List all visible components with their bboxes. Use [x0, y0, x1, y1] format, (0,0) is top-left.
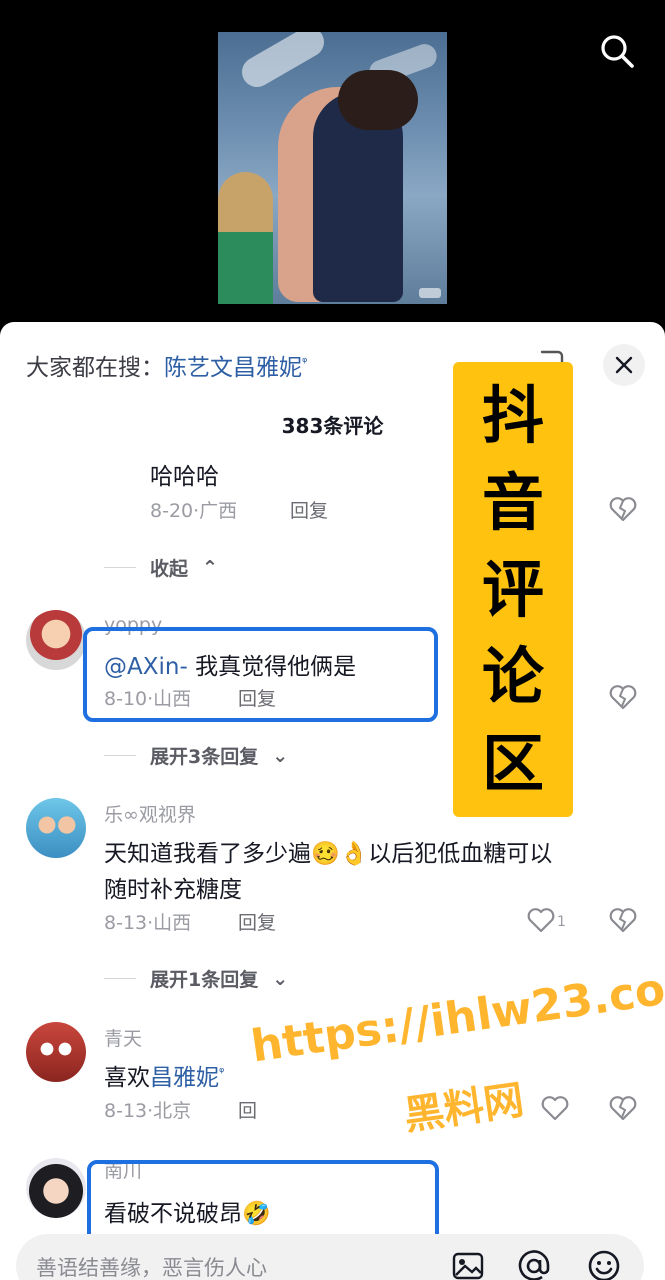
emoji-icon[interactable]	[586, 1248, 622, 1280]
comment-meta: 8-13·北京	[104, 1100, 192, 1122]
comment-username[interactable]: 青天	[104, 1024, 142, 1051]
reply-button[interactable]: 回	[238, 1096, 257, 1123]
like-count: 1	[557, 914, 566, 930]
comment-username[interactable]: 乐∞观视界	[104, 800, 196, 827]
search-icon[interactable]	[598, 32, 636, 70]
expand-replies[interactable]: 展开1条回复 ⌄	[104, 965, 288, 992]
collapse-replies[interactable]: 收起 ⌃	[104, 554, 218, 581]
heart-icon[interactable]	[526, 905, 556, 935]
comment-input-bar[interactable]: 善语结善缘，恶言伤人心	[16, 1234, 644, 1280]
banner-char: 论	[481, 639, 544, 713]
trending-prefix: 大家都在搜：	[26, 355, 164, 381]
reply-button[interactable]: 回复	[238, 908, 276, 935]
avatar[interactable]	[26, 1022, 86, 1082]
avatar[interactable]	[26, 1158, 86, 1218]
video-watermark	[419, 288, 441, 298]
watermark-name: 黑料网	[401, 1077, 527, 1140]
comment-text: 天知道我看了多少遍🥴👌以后犯低血糖可以	[104, 841, 553, 867]
banner-char: 音	[481, 465, 544, 539]
banner-char: 区	[481, 726, 544, 800]
close-button[interactable]	[603, 344, 645, 386]
broken-heart-icon[interactable]	[608, 1093, 638, 1123]
banner: 抖 音 评 论 区	[453, 362, 573, 817]
broken-heart-icon[interactable]	[608, 905, 638, 935]
broken-heart-icon[interactable]	[608, 682, 638, 712]
comment-text: 哈哈哈	[150, 464, 219, 490]
comment-meta: 8-13·山西	[104, 912, 192, 934]
watermark-url: https://ihlw23.com	[248, 957, 665, 1073]
expand-replies[interactable]: 展开3条回复 ⌄	[104, 742, 288, 769]
reply-button[interactable]: 回复	[290, 496, 328, 523]
heart-icon[interactable]	[540, 1093, 570, 1123]
highlight-box	[83, 627, 438, 722]
avatar[interactable]	[26, 610, 86, 670]
close-icon	[615, 356, 633, 374]
comment-text-line2: 随时补充糖度	[104, 877, 242, 903]
keyword-link[interactable]: 昌雅妮	[150, 1065, 219, 1091]
trending-keyword[interactable]: 陈艺文昌雅妮	[164, 355, 302, 381]
broken-heart-icon[interactable]	[608, 494, 638, 524]
comment-meta: 8-20·广西	[150, 500, 238, 522]
banner-char: 评	[481, 552, 544, 626]
comment-text: 喜欢昌雅妮ᵠ	[104, 1065, 225, 1091]
banner-char: 抖	[481, 378, 544, 452]
ceiling-light	[236, 32, 330, 93]
trending-search[interactable]: 大家都在搜：陈艺文昌雅妮ᵠ	[26, 348, 307, 382]
comment-sheet: 大家都在搜：陈艺文昌雅妮ᵠ 383条评论 哈哈哈 8-20·广西 回复 收起 ⌃ …	[0, 322, 665, 1280]
image-icon[interactable]	[450, 1248, 486, 1280]
figure-hair	[338, 70, 418, 130]
avatar[interactable]	[26, 798, 86, 858]
search-mark: ᵠ	[302, 355, 308, 371]
comment-input[interactable]: 善语结善缘，恶言伤人心	[36, 1252, 267, 1280]
video-thumbnail[interactable]	[218, 32, 447, 304]
at-icon[interactable]	[516, 1248, 552, 1280]
video-area[interactable]	[0, 0, 665, 330]
bystander-suit	[218, 232, 273, 304]
